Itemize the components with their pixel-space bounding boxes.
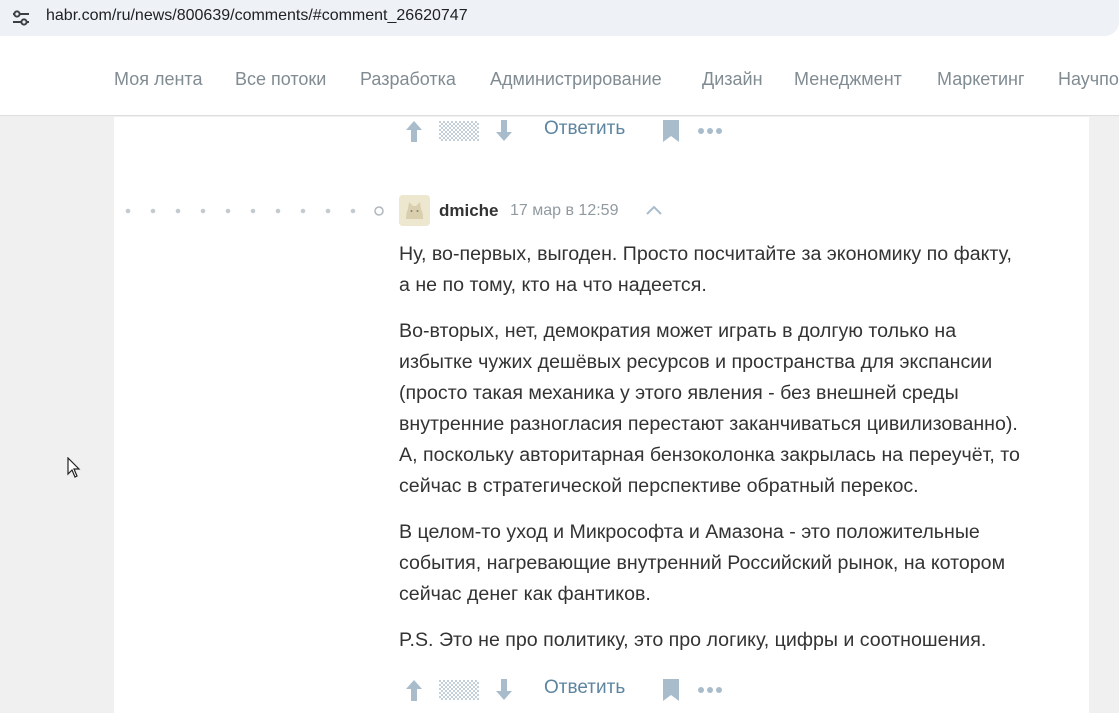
previous-comment-footer: Ответить bbox=[400, 116, 730, 146]
comment-line: В целом-то уход и Микрософта и Амазона -… bbox=[399, 521, 980, 543]
comment-paragraph: Во-вторых, нет, демократия может играть … bbox=[399, 316, 1079, 502]
vote-up-icon[interactable] bbox=[403, 118, 425, 144]
comment-paragraph: Ну, во-первых, выгоден. Просто посчитайт… bbox=[399, 239, 1079, 301]
comment-author[interactable]: dmiche bbox=[439, 201, 499, 221]
chevron-up-icon[interactable] bbox=[645, 203, 663, 217]
comment-line: избытке чужих дешёвых ресурсов и простра… bbox=[399, 351, 993, 373]
vote-down-icon[interactable] bbox=[493, 677, 515, 703]
thread-depth-indicator bbox=[125, 206, 384, 216]
reply-button[interactable]: Ответить bbox=[544, 677, 625, 699]
comment-line: сейчас денег как фантиков. bbox=[399, 583, 651, 605]
comment-paragraph: В целом-то уход и Микрософта и Амазона -… bbox=[399, 517, 1079, 610]
more-icon[interactable] bbox=[697, 119, 725, 143]
bookmark-icon[interactable] bbox=[661, 678, 681, 702]
nav-item-my-feed[interactable]: Моя лента bbox=[114, 69, 202, 90]
rating-hidden-icon bbox=[439, 121, 479, 141]
rating-hidden-icon bbox=[439, 680, 479, 700]
avatar[interactable] bbox=[399, 195, 430, 226]
comment-line: P.S. Это не про политику, это про логику… bbox=[399, 629, 987, 651]
cat-avatar-icon bbox=[399, 195, 430, 226]
nav-item-management[interactable]: Менеджмент bbox=[794, 69, 902, 90]
browser-address-bar: habr.com/ru/news/800639/comments/#commen… bbox=[0, 0, 1119, 44]
comment-line: события, нагревающие внутренний Российск… bbox=[399, 552, 1006, 574]
comment-paragraph: P.S. Это не про политику, это про логику… bbox=[399, 625, 1079, 656]
vote-down-icon[interactable] bbox=[493, 118, 515, 144]
comment-line: сейчас в стратегической перспективе обра… bbox=[399, 475, 919, 497]
comment-body: Ну, во-первых, выгоден. Просто посчитайт… bbox=[399, 239, 1079, 671]
comment-line: Во-вторых, нет, демократия может играть … bbox=[399, 320, 957, 342]
comment-line: Ну, во-первых, выгоден. Просто посчитайт… bbox=[399, 243, 1012, 265]
vote-up-icon[interactable] bbox=[403, 677, 425, 703]
comment-line: внутренние разногласия перестают заканчи… bbox=[399, 413, 1018, 435]
nav-item-marketing[interactable]: Маркетинг bbox=[937, 69, 1025, 90]
nav-item-all-streams[interactable]: Все потоки bbox=[235, 69, 326, 90]
comment-time[interactable]: 17 мар в 12:59 bbox=[510, 202, 618, 220]
comment-line: А, поскольку авторитарная бензоколонка з… bbox=[399, 444, 1020, 466]
bookmark-icon[interactable] bbox=[661, 119, 681, 143]
comment-line: (просто такая механика у этого явления -… bbox=[399, 382, 959, 404]
top-nav: Моя лента Все потоки Разработка Админист… bbox=[0, 44, 1119, 116]
nav-item-science[interactable]: Научпо bbox=[1058, 69, 1119, 90]
mouse-cursor-icon bbox=[67, 457, 81, 478]
site-settings-icon[interactable] bbox=[11, 8, 31, 28]
nav-item-development[interactable]: Разработка bbox=[360, 69, 456, 90]
comment-line: а не по тому, кто на что надеется. bbox=[399, 274, 707, 296]
reply-button[interactable]: Ответить bbox=[544, 118, 625, 140]
nav-item-administration[interactable]: Администрирование bbox=[490, 69, 662, 90]
nav-item-design[interactable]: Дизайн bbox=[702, 69, 763, 90]
url-field[interactable]: habr.com/ru/news/800639/comments/#commen… bbox=[0, 0, 1119, 36]
comment-footer: Ответить bbox=[400, 675, 730, 705]
url-text[interactable]: habr.com/ru/news/800639/comments/#commen… bbox=[46, 7, 468, 25]
more-icon[interactable] bbox=[697, 678, 725, 702]
